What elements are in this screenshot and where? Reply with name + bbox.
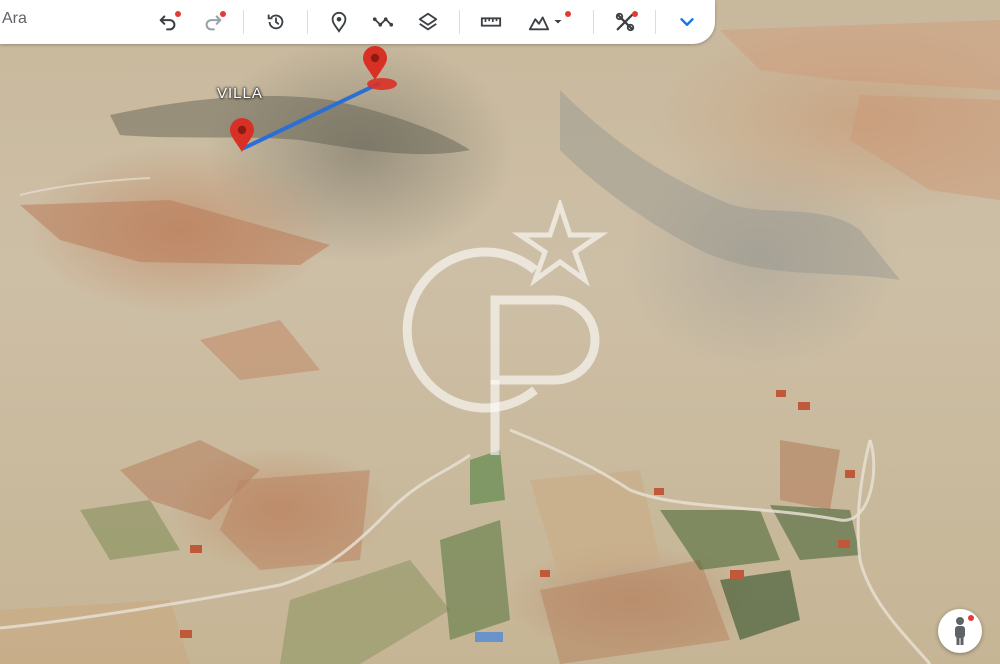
expand-toolbar-button[interactable] xyxy=(672,7,702,37)
tools-button[interactable] xyxy=(610,7,640,37)
notification-dot xyxy=(175,11,181,17)
toolbar-divider xyxy=(243,10,244,34)
orchard xyxy=(720,570,800,640)
elevation-icon xyxy=(528,16,550,31)
toolbar: Ara xyxy=(0,0,715,44)
elevation-button[interactable] xyxy=(521,7,571,37)
history-button[interactable] xyxy=(261,7,291,37)
field-parcel xyxy=(720,20,1000,90)
orchard xyxy=(80,500,180,560)
building xyxy=(845,470,855,478)
search-input[interactable]: Ara xyxy=(2,10,27,28)
toolbar-divider xyxy=(459,10,460,34)
placemark-pin[interactable] xyxy=(363,46,397,90)
building xyxy=(730,570,744,579)
placemark-button[interactable] xyxy=(324,7,354,37)
history-icon xyxy=(267,14,284,30)
field-parcel xyxy=(200,320,320,380)
vegetation xyxy=(440,520,510,640)
field-parcel xyxy=(530,470,660,580)
field-parcel xyxy=(780,440,840,510)
building xyxy=(838,540,850,548)
pegman-icon xyxy=(955,615,974,645)
building xyxy=(776,390,786,397)
place-label: VILLA xyxy=(217,85,263,102)
layers-button[interactable] xyxy=(413,7,443,37)
satellite-map[interactable]: VILLA xyxy=(0,0,1000,664)
building xyxy=(475,632,503,642)
chevron-down-icon xyxy=(680,18,694,26)
chevron-down-icon xyxy=(554,20,562,24)
notification-dot xyxy=(632,11,638,17)
field-parcel xyxy=(0,600,190,664)
measure-button[interactable] xyxy=(476,7,506,37)
map-pin-icon xyxy=(331,11,347,33)
path-icon xyxy=(372,17,394,27)
layers-icon xyxy=(418,12,438,31)
toolbar-divider xyxy=(593,10,594,34)
path-button[interactable] xyxy=(368,7,398,37)
road xyxy=(856,439,932,664)
redo-button[interactable] xyxy=(198,7,228,37)
road xyxy=(19,177,151,196)
undo-button[interactable] xyxy=(153,7,183,37)
building xyxy=(798,402,810,410)
ruler-icon xyxy=(480,17,502,27)
building xyxy=(540,570,550,577)
field-parcel xyxy=(850,95,1000,200)
orchard xyxy=(660,510,780,570)
street-view-button[interactable] xyxy=(938,609,982,653)
toolbar-divider xyxy=(655,10,656,34)
notification-dot xyxy=(565,11,571,17)
search-box[interactable]: Ara xyxy=(0,0,138,40)
notification-dot xyxy=(220,11,226,17)
field-parcel xyxy=(220,470,370,570)
watermark-logo xyxy=(402,200,609,455)
field-parcel xyxy=(20,200,330,265)
building xyxy=(654,488,664,495)
building xyxy=(190,545,202,553)
building xyxy=(180,630,192,638)
toolbar-divider xyxy=(307,10,308,34)
